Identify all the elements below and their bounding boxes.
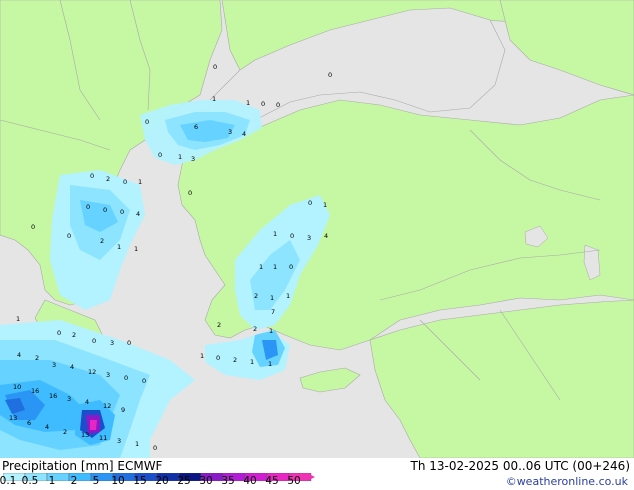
precip-value-label: 0 bbox=[127, 339, 131, 347]
map-footer: Precipitation [mm] ECMWF Th 13-02-2025 0… bbox=[0, 458, 634, 490]
precip-value-label: 0 bbox=[67, 232, 71, 240]
legend-tick-label: 15 bbox=[133, 475, 147, 487]
precip-value-label: 0 bbox=[153, 444, 157, 452]
precip-value-label: 2 bbox=[63, 428, 67, 436]
precip-value-label: 3 bbox=[106, 371, 110, 379]
precip-value-label: 2 bbox=[72, 331, 76, 339]
precip-value-label: 1 bbox=[250, 358, 254, 366]
precip-value-label: 0 bbox=[216, 354, 220, 362]
precip-value-label: 2 bbox=[253, 325, 257, 333]
precip-value-label: 6 bbox=[27, 419, 31, 427]
precip-value-label: 13 bbox=[81, 431, 89, 439]
legend-tick-label: 1 bbox=[48, 475, 56, 487]
legend-ticks: 0.1 0.5 1 2 5 10 15 20 25 30 35 40 45 50 bbox=[0, 474, 330, 490]
precip-value-label: 1 bbox=[178, 153, 182, 161]
precip-value-label: 16 bbox=[49, 392, 57, 400]
value-labels: 001 1 0 0063 40 1 300 2 0 10 0 0 40021 10 11 0 3 41 1 02 1 11… bbox=[9, 63, 332, 452]
precip-value-label: 0 bbox=[90, 172, 94, 180]
precip-value-label: 1 bbox=[134, 245, 138, 253]
precip-value-label: 0 bbox=[290, 232, 294, 240]
precip-value-label: 4 bbox=[242, 130, 246, 138]
precip-value-label: 1 bbox=[273, 263, 277, 271]
precip-value-label: 0 bbox=[31, 223, 35, 231]
precip-value-label: 0 bbox=[124, 374, 128, 382]
precip-value-label: 13 bbox=[9, 414, 17, 422]
precip-value-label: 0 bbox=[103, 206, 107, 214]
precip-value-label: 0 bbox=[123, 178, 127, 186]
precip-value-label: 0 bbox=[158, 151, 162, 159]
map-title: Precipitation [mm] ECMWF bbox=[2, 459, 163, 473]
legend-tick-label: 10 bbox=[111, 475, 125, 487]
precip-value-label: 1 bbox=[268, 360, 272, 368]
legend-tick-label: 0.5 bbox=[21, 475, 39, 487]
precip-value-label: 0 bbox=[328, 71, 332, 79]
precip-value-label: 2 bbox=[254, 292, 258, 300]
precip-value-label: 6 bbox=[194, 123, 198, 131]
precip-value-label: 1 bbox=[200, 352, 204, 360]
precip-value-label: 3 bbox=[117, 437, 121, 445]
precip-value-label: 2 bbox=[233, 356, 237, 364]
precip-value-label: 0 bbox=[145, 118, 149, 126]
precip-value-label: 1 bbox=[273, 230, 277, 238]
precip-value-label: 3 bbox=[52, 361, 56, 369]
precip-value-label: 1 bbox=[246, 99, 250, 107]
legend-tick-label: 35 bbox=[221, 475, 235, 487]
precip-value-label: 0 bbox=[261, 100, 265, 108]
precip-value-label: 4 bbox=[324, 232, 328, 240]
precip-value-label: 11 bbox=[99, 434, 107, 442]
precip-value-label: 4 bbox=[70, 363, 74, 371]
precip-value-label: 7 bbox=[271, 308, 275, 316]
precip-value-label: 4 bbox=[17, 351, 21, 359]
credit-link[interactable]: ©weatheronline.co.uk bbox=[506, 475, 628, 488]
precip-value-label: 16 bbox=[31, 387, 39, 395]
precip-value-label: 12 bbox=[103, 402, 111, 410]
legend-tick-label: 5 bbox=[92, 475, 100, 487]
precip-value-label: 0 bbox=[120, 208, 124, 216]
precip-value-label: 1 bbox=[259, 263, 263, 271]
precip-value-label: 2 bbox=[35, 354, 39, 362]
precip-value-label: 9 bbox=[121, 406, 125, 414]
legend-tick-label: 30 bbox=[199, 475, 213, 487]
precip-value-label: 0 bbox=[86, 203, 90, 211]
precip-value-label: 3 bbox=[191, 155, 195, 163]
precip-value-label: 10 bbox=[13, 383, 21, 391]
legend-tick-label: 50 bbox=[287, 475, 301, 487]
precip-value-label: 3 bbox=[228, 128, 232, 136]
legend-tick-label: 20 bbox=[155, 475, 169, 487]
precip-value-label: 0 bbox=[213, 63, 217, 71]
precip-value-label: 1 bbox=[117, 243, 121, 251]
precip-value-label: 2 bbox=[217, 321, 221, 329]
precip-value-label: 3 bbox=[110, 339, 114, 347]
legend-tick-label: 40 bbox=[243, 475, 257, 487]
precip-value-label: 1 bbox=[16, 315, 20, 323]
precip-value-label: 3 bbox=[307, 234, 311, 242]
precip-value-label: 1 bbox=[212, 95, 216, 103]
precip-value-label: 0 bbox=[57, 329, 61, 337]
precip-value-label: 1 bbox=[269, 327, 273, 335]
precip-value-label: 12 bbox=[88, 368, 96, 376]
legend-tick-label: 2 bbox=[70, 475, 78, 487]
valid-time: Th 13-02-2025 00..06 UTC (00+246) bbox=[410, 459, 630, 473]
legend-tick-label: 0.1 bbox=[0, 475, 17, 487]
precip-value-label: 1 bbox=[270, 294, 274, 302]
precip-value-label: 0 bbox=[142, 377, 146, 385]
precip-value-label: 1 bbox=[323, 201, 327, 209]
legend-tick-label: 45 bbox=[265, 475, 279, 487]
precip-value-label: 4 bbox=[85, 398, 89, 406]
precip-value-label: 3 bbox=[67, 395, 71, 403]
precip-value-label: 4 bbox=[136, 210, 140, 218]
precip-value-label: 1 bbox=[286, 292, 290, 300]
precip-value-label: 1 bbox=[138, 178, 142, 186]
precip-value-label: 0 bbox=[92, 337, 96, 345]
precip-value-label: 4 bbox=[45, 423, 49, 431]
precip-value-label: 1 bbox=[135, 440, 139, 448]
legend-tick-label: 25 bbox=[177, 475, 191, 487]
precip-value-label: 2 bbox=[100, 237, 104, 245]
precip-value-label: 2 bbox=[106, 175, 110, 183]
precip-value-label: 0 bbox=[276, 101, 280, 109]
precip-value-label: 0 bbox=[188, 189, 192, 197]
precip-value-label: 0 bbox=[289, 263, 293, 271]
precip-value-label: 0 bbox=[308, 199, 312, 207]
